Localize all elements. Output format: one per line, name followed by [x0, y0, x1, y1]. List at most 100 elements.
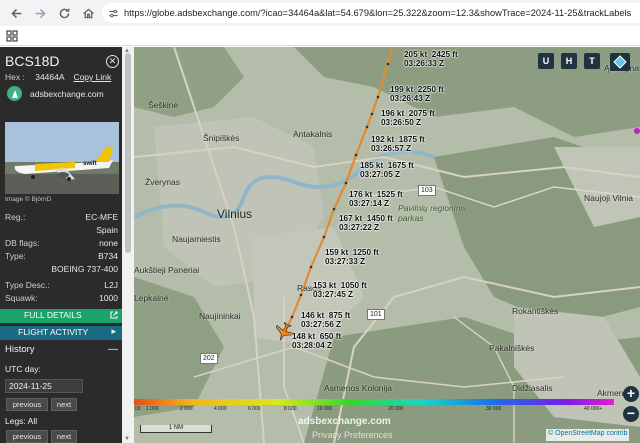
place-label-asmenos-kolonija: Asmenos Kolonija [324, 383, 393, 393]
field-typedesc-value: L2J [104, 280, 118, 290]
legend-tick: 10 000 [317, 406, 333, 412]
field-squawk-label: Squawk: [5, 293, 38, 303]
place-label-zverynas: Žverynas [145, 177, 180, 187]
legend-tick: 20 000 [388, 406, 404, 412]
adsbexchange-logo-icon [7, 86, 22, 101]
apps-grid-icon[interactable] [6, 30, 18, 42]
track-label[interactable]: 196 kt 2075 ft 03:26:50 Z [381, 109, 435, 127]
toggle-t-button[interactable]: T [584, 53, 600, 69]
back-button[interactable] [4, 1, 28, 25]
scrollbar-thumb[interactable] [125, 53, 131, 253]
legend-tick: 4 000 [214, 406, 227, 412]
previous-leg-button[interactable]: previous [6, 430, 48, 443]
map-attribution[interactable]: © OpenStreetMap contrib [546, 429, 630, 441]
place-label-antakalnis: Antakalnis [293, 129, 333, 139]
flight-activity-button[interactable]: FLIGHT ACTIVITY ▸ [0, 326, 122, 340]
reload-button[interactable] [52, 1, 76, 25]
arrow-left-icon [10, 8, 21, 18]
track-label[interactable]: 148 kt 650 ft 03:28:04 Z [292, 332, 341, 350]
field-typedesc-label: Type Desc.: [5, 280, 50, 290]
legend-tick: 8 000 [284, 406, 297, 412]
history-collapse-button[interactable]: — [108, 344, 118, 355]
track-label[interactable]: 167 kt 1450 ft 03:27:22 Z [339, 214, 393, 232]
altitude-legend: 00 1 000 2 000 4 000 6 000 8 000 10 000 … [134, 399, 614, 412]
map-view[interactable]: Vilnius Šeškinė Šnipiškės Antakalnis Žve… [134, 47, 640, 443]
track-label[interactable]: 153 kt 1050 ft 03:27:45 Z [313, 281, 367, 299]
callsign-title: BCS18D [5, 53, 60, 69]
road-shield-103: 103 [418, 185, 436, 196]
place-label-pakalniskes: Pakalniškės [489, 343, 535, 353]
field-country-value: Spain [96, 225, 118, 235]
home-button[interactable] [76, 1, 100, 25]
zoom-out-button[interactable]: − [623, 406, 639, 422]
track-label[interactable]: 199 kt 2250 ft 03:26:43 Z [390, 85, 444, 103]
full-details-label: FULL DETAILS [24, 310, 82, 320]
track-label[interactable]: 159 kt 1250 ft 03:27:33 Z [325, 248, 379, 266]
place-label-naujamiestis: Naujamiestis [172, 234, 221, 244]
map-watermark: adsbexchange.com [298, 416, 391, 427]
utc-date-input[interactable]: 2024-11-25 [5, 379, 83, 393]
address-bar[interactable]: https://globe.adsbexchange.com/?icao=344… [102, 3, 640, 23]
track-label[interactable]: 176 kt 1525 ft 03:27:14 Z [349, 190, 403, 208]
field-dbflags-value: none [99, 238, 118, 248]
road-shield-202: 202 [200, 353, 218, 364]
utc-day-label: UTC day: [5, 364, 41, 374]
full-details-button[interactable]: FULL DETAILS [0, 309, 122, 323]
panel-scrollbar[interactable]: ▲ ▼ [122, 47, 134, 443]
external-link-icon [110, 311, 118, 319]
legend-tick: 1 000 [146, 406, 159, 412]
next-leg-button[interactable]: next [51, 430, 77, 443]
field-squawk-value: 1000 [99, 293, 118, 303]
hex-label: Hex : [5, 72, 25, 82]
field-reg-value: EC-MFE [85, 212, 118, 222]
forward-button[interactable] [28, 1, 52, 25]
toggle-h-button[interactable]: H [561, 53, 577, 69]
site-settings-icon[interactable] [102, 8, 124, 19]
place-label-snipiskes: Šnipiškės [203, 133, 240, 143]
road-shield-101: 101 [367, 309, 385, 320]
track-label[interactable]: 146 kt 875 ft 03:27:56 Z [301, 311, 350, 329]
history-title: History [5, 344, 35, 355]
hex-value: 34464A [35, 72, 65, 82]
close-panel-button[interactable]: ✕ [106, 55, 119, 68]
previous-day-button[interactable]: previous [6, 398, 48, 411]
legend-tick: 2 000 [180, 406, 193, 412]
place-label-aukstieji-paneriai: Aukštieji Paneriai [134, 265, 200, 275]
field-type-value: B734 [98, 251, 118, 261]
place-label-pavilniu-parkas: Pavilnių regioninis parkas [398, 203, 467, 223]
field-model-value: BOEING 737-400 [51, 264, 118, 274]
browser-toolbar: https://globe.adsbexchange.com/?icao=344… [0, 0, 640, 26]
url-text: https://globe.adsbexchange.com/?icao=344… [124, 8, 632, 18]
chevron-right-icon: ▸ [111, 326, 116, 336]
aircraft-info-panel: BCS18D ✕ Hex : 34464A Copy Link adsbexch… [0, 47, 122, 443]
field-type-label: Type: [5, 251, 26, 261]
place-label-naujininkai: Naujininkai [199, 311, 241, 321]
place-label-naujoji-vilnia: Naujoji Vilnia [584, 193, 633, 203]
brand-row[interactable]: adsbexchange.com [7, 86, 104, 101]
field-dbflags-label: DB flags: [5, 238, 40, 248]
place-label-didziasalis: Didžiasalis [512, 383, 553, 393]
track-label[interactable]: 192 kt 1875 ft 03:26:57 Z [371, 135, 425, 153]
map-scale: 1 NM [140, 425, 212, 433]
arrow-right-icon [35, 8, 46, 18]
photo-credit: Image © BjörnD [5, 196, 52, 203]
track-label[interactable]: 205 kt 2425 ft 03:26:33 Z [404, 50, 458, 68]
livery-text: swift [83, 161, 97, 167]
legend-tick: 30 000 [486, 406, 502, 412]
track-label[interactable]: 185 kt 1675 ft 03:27:05 Z [360, 161, 414, 179]
aircraft-photo[interactable]: swift [5, 122, 119, 194]
legend-tick: 6 000 [248, 406, 261, 412]
bookmarks-bar [0, 26, 640, 46]
legend-tick: 00 [135, 406, 141, 412]
field-reg-label: Reg.: [5, 212, 26, 222]
hex-row: Hex : 34464A Copy Link [5, 72, 111, 82]
map-layers-button[interactable] [610, 53, 630, 71]
home-icon [82, 8, 94, 18]
zoom-in-button[interactable]: + [623, 386, 639, 402]
toggle-u-button[interactable]: U [538, 53, 554, 69]
scroll-down-icon[interactable]: ▼ [124, 436, 130, 442]
brand-text: adsbexchange.com [30, 88, 104, 99]
copy-link[interactable]: Copy Link [73, 72, 111, 82]
next-day-button[interactable]: next [51, 398, 77, 411]
privacy-preferences-link[interactable]: Privacy Preferences [312, 430, 393, 440]
